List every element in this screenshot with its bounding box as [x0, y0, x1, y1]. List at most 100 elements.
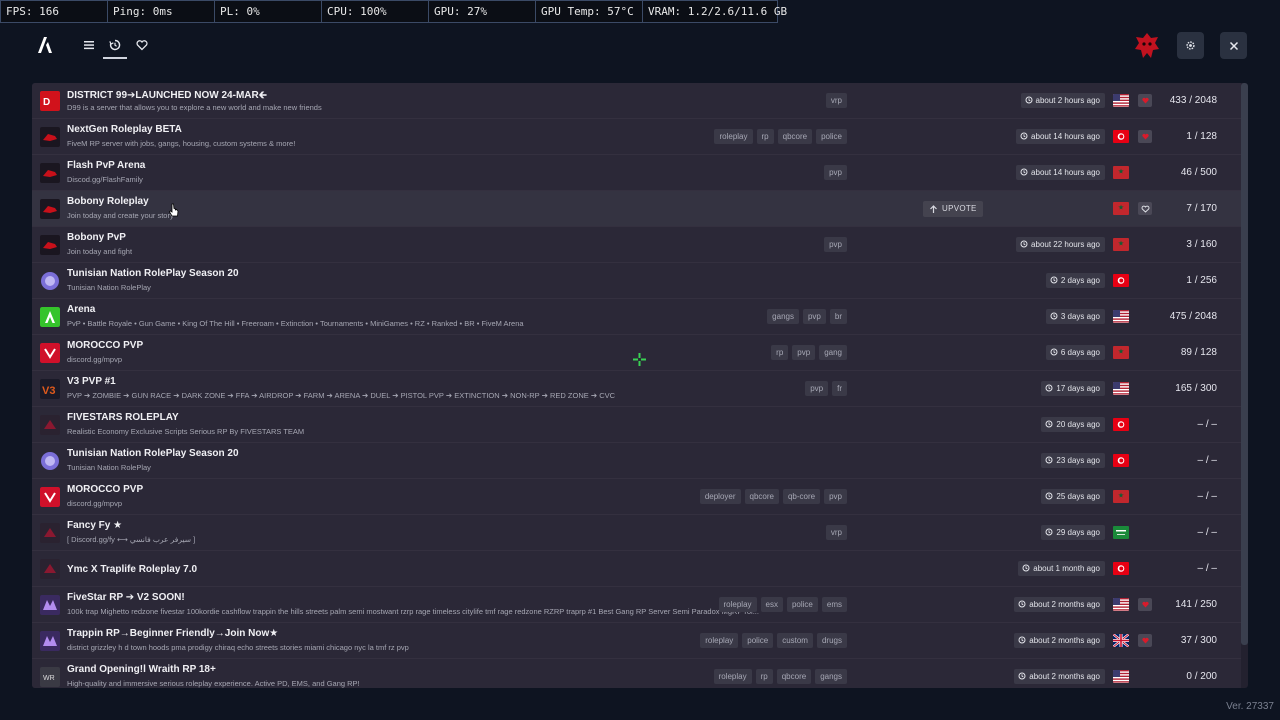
server-tag[interactable]: police — [786, 597, 818, 612]
server-row[interactable]: Bobony Roleplay Join today and create you… — [32, 191, 1241, 227]
server-description: Join today and create your story — [67, 211, 174, 220]
server-description: district grizzley h d town hoods pma pro… — [67, 643, 409, 652]
server-tag[interactable]: drugs — [816, 633, 847, 648]
list-icon[interactable] — [82, 38, 96, 52]
last-updated-badge: about 2 months ago — [1014, 633, 1105, 648]
server-tag[interactable]: rp — [755, 669, 773, 684]
server-tag[interactable]: roleplay — [700, 633, 739, 648]
favorite-button[interactable] — [1138, 130, 1152, 143]
server-name: NextGen Roleplay BETA — [67, 124, 182, 135]
server-tags: vrp — [825, 525, 847, 540]
server-tags: gangs pvp br — [767, 309, 847, 324]
player-count: 3 / 160 — [1186, 239, 1217, 250]
arrow-up-icon — [930, 205, 937, 213]
server-tag[interactable]: deployer — [699, 489, 741, 504]
server-name: Bobony PvP — [67, 232, 126, 243]
server-list[interactable]: D DISTRICT 99➔LAUNCHED NOW 24-MAR🡰 D99 is … — [32, 83, 1248, 688]
server-row[interactable]: Bobony PvP Join today and fight pvp about 2… — [32, 227, 1241, 263]
server-tag[interactable]: vrp — [825, 525, 847, 540]
ping-readout: Ping: 0ms — [108, 1, 215, 22]
server-row[interactable]: FIVESTARS ROLEPLAY Realistic Economy Excl… — [32, 407, 1241, 443]
server-tag[interactable]: qbcore — [744, 489, 779, 504]
country-flag-tn-icon — [1113, 454, 1129, 467]
favorite-button[interactable] — [1138, 598, 1152, 611]
server-name: Bobony Roleplay — [67, 196, 149, 207]
server-row[interactable]: V3 V3 PVP #1 PVP ➔ ZOMBIE ➔ GUN RACE ➔ DAR… — [32, 371, 1241, 407]
favorite-button[interactable] — [1138, 634, 1152, 647]
server-description: Tunisian Nation RolePlay — [67, 463, 151, 472]
server-tag[interactable]: pvp — [824, 237, 847, 252]
scrollbar[interactable] — [1241, 83, 1248, 645]
server-tag[interactable]: rp — [771, 345, 789, 360]
server-row[interactable]: Arena PvP • Battle Royale • Gun Game • Ki… — [32, 299, 1241, 335]
server-description: Tunisian Nation RolePlay — [67, 283, 151, 292]
close-button[interactable] — [1220, 32, 1247, 59]
favorite-button[interactable] — [1138, 94, 1152, 107]
server-tag[interactable]: fr — [832, 381, 847, 396]
favorite-button[interactable] — [1138, 202, 1152, 215]
server-name: Tunisian Nation RolePlay Season 20 — [67, 268, 239, 279]
server-row[interactable]: Fancy Fy ★ [ Discord.gg/fy ⟷ سيرفر عرب فا… — [32, 515, 1241, 551]
server-tag[interactable]: gang — [819, 345, 847, 360]
history-icon — [1050, 348, 1058, 356]
server-row[interactable]: MOROCCO PVP discord.gg/mpvp deployer qbcore… — [32, 479, 1241, 515]
crosshair-icon — [633, 353, 646, 366]
server-tag[interactable]: vrp — [825, 93, 847, 108]
player-count: 433 / 2048 — [1169, 95, 1217, 106]
fivem-logo-icon[interactable] — [37, 36, 53, 54]
country-flag-tn-icon — [1113, 130, 1129, 143]
settings-button[interactable] — [1177, 32, 1204, 59]
server-tag[interactable]: roleplay — [718, 597, 757, 612]
country-flag-tn-icon — [1113, 418, 1129, 431]
server-tag[interactable]: pvp — [824, 165, 847, 180]
heart-icon — [1141, 205, 1149, 213]
server-tag[interactable]: ems — [821, 597, 847, 612]
heart-icon[interactable] — [135, 38, 149, 52]
heart-filled-icon — [1141, 637, 1149, 644]
server-tags: roleplay police custom drugs — [700, 633, 847, 648]
server-description: PvP • Battle Royale • Gun Game • King Of… — [67, 319, 524, 328]
server-tag[interactable]: custom — [777, 633, 813, 648]
server-row[interactable]: Tunisian Nation RolePlay Season 20 Tunisi… — [32, 263, 1241, 299]
server-row[interactable]: Ymc X Traplife Roleplay 7.0 about 1 month… — [32, 551, 1241, 587]
last-updated-text: about 2 months ago — [1029, 636, 1100, 645]
last-updated-text: 25 days ago — [1056, 492, 1100, 501]
upvote-button[interactable]: UPVOTE — [923, 201, 983, 217]
server-tag[interactable]: pvp — [805, 381, 829, 396]
player-count: – / – — [1197, 527, 1217, 538]
server-tag[interactable]: qbcore — [776, 669, 812, 684]
server-name: MOROCCO PVP — [67, 484, 144, 495]
server-tag[interactable]: br — [829, 309, 847, 324]
server-tag[interactable]: pvp — [824, 489, 847, 504]
server-tag[interactable]: esx — [760, 597, 783, 612]
country-flag-us-icon — [1113, 670, 1129, 683]
history-icon[interactable] — [108, 38, 122, 52]
player-count: 165 / 300 — [1175, 383, 1217, 394]
player-count: – / – — [1197, 419, 1217, 430]
server-row[interactable]: D DISTRICT 99➔LAUNCHED NOW 24-MAR🡰 D99 is … — [32, 83, 1241, 119]
history-icon — [1050, 312, 1058, 320]
server-row[interactable]: FiveStar RP ➔ V2 SOON! 100k trap Mighetto… — [32, 587, 1241, 623]
vram-readout: VRAM: 1.2/2.6/11.6 GB — [648, 5, 788, 18]
server-tag[interactable]: rp — [756, 129, 774, 144]
server-row[interactable]: WR Grand Opening!l Wraith RP 18+ High-qual… — [32, 659, 1241, 688]
server-tag[interactable]: gangs — [815, 669, 847, 684]
server-tag[interactable]: qbcore — [777, 129, 813, 144]
server-tag[interactable]: police — [742, 633, 774, 648]
server-row[interactable]: Tunisian Nation RolePlay Season 20 Tunisi… — [32, 443, 1241, 479]
server-row[interactable]: Trappin RP→Beginner Friendly→Join Now★ di… — [32, 623, 1241, 659]
player-count: – / – — [1197, 491, 1217, 502]
server-row[interactable]: Flash PvP Arena Discod.gg/FlashFamily pvp a… — [32, 155, 1241, 191]
country-flag-ma-icon — [1113, 490, 1129, 503]
server-row[interactable]: NextGen Roleplay BETA FiveM RP server wit… — [32, 119, 1241, 155]
last-updated-text: about 2 months ago — [1029, 600, 1100, 609]
player-count: 37 / 300 — [1180, 635, 1217, 646]
server-tag[interactable]: roleplay — [713, 669, 752, 684]
server-tags: deployer qbcore qb-core pvp — [699, 489, 847, 504]
server-tag[interactable]: qb-core — [782, 489, 821, 504]
server-tag[interactable]: police — [816, 129, 847, 144]
server-tag[interactable]: pvp — [802, 309, 826, 324]
server-tag[interactable]: gangs — [767, 309, 799, 324]
server-tag[interactable]: roleplay — [714, 129, 753, 144]
server-tag[interactable]: pvp — [792, 345, 816, 360]
